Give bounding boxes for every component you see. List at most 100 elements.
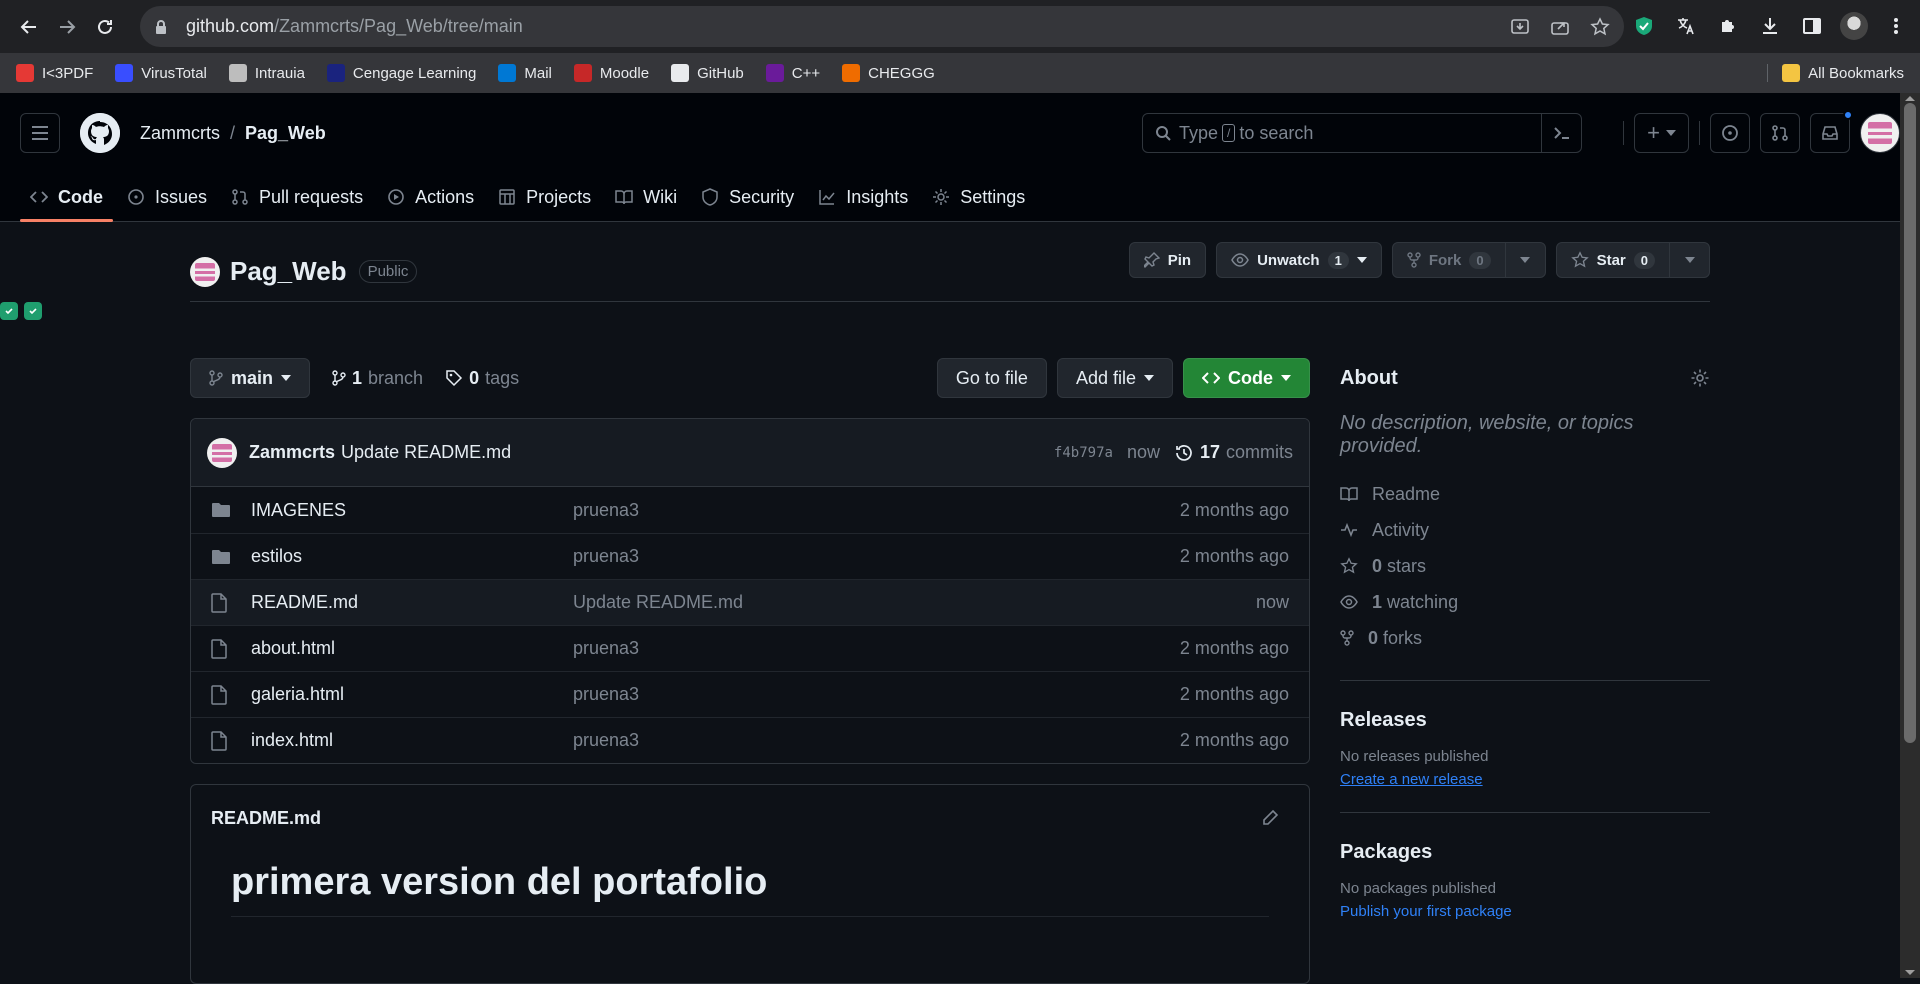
file-commit-message[interactable]: pruena3 bbox=[573, 684, 1180, 705]
forks-link[interactable]: 0 forks bbox=[1340, 620, 1710, 656]
repo-link[interactable]: Pag_Web bbox=[245, 123, 326, 143]
commit-sha[interactable]: f4b797a bbox=[1054, 445, 1113, 461]
github-logo-icon[interactable] bbox=[80, 113, 120, 153]
file-row[interactable]: README.md Update README.md now bbox=[191, 579, 1309, 625]
chevron-down-icon bbox=[1520, 257, 1531, 263]
bookmark-item[interactable]: Moodle bbox=[573, 64, 649, 82]
tab-wiki[interactable]: Wiki bbox=[605, 173, 687, 221]
file-name[interactable]: estilos bbox=[251, 546, 573, 567]
downloads-icon[interactable] bbox=[1756, 8, 1784, 44]
readme-link[interactable]: Readme bbox=[1340, 476, 1710, 512]
file-name[interactable]: about.html bbox=[251, 638, 573, 659]
packages-title[interactable]: Packages bbox=[1340, 841, 1710, 864]
file-name[interactable]: galeria.html bbox=[251, 684, 573, 705]
file-name[interactable]: index.html bbox=[251, 730, 573, 751]
readme-title[interactable]: README.md bbox=[211, 808, 321, 829]
bookmark-item[interactable]: Cengage Learning bbox=[326, 64, 476, 82]
add-file-button[interactable]: Add file bbox=[1056, 358, 1173, 398]
stars-link[interactable]: 0 stars bbox=[1340, 548, 1710, 584]
file-name[interactable]: README.md bbox=[251, 592, 573, 613]
install-app-icon[interactable] bbox=[1510, 17, 1530, 37]
commit-history-link[interactable]: 17 commits bbox=[1174, 442, 1293, 463]
scroll-up-arrow[interactable] bbox=[1905, 96, 1915, 101]
gear-icon[interactable] bbox=[1690, 368, 1710, 388]
commit-author-avatar[interactable] bbox=[207, 437, 237, 468]
file-row[interactable]: estilos pruena3 2 months ago bbox=[191, 533, 1309, 579]
scrollbar-thumb[interactable] bbox=[1904, 103, 1916, 743]
tab-projects[interactable]: Projects bbox=[488, 173, 601, 221]
bookmark-item[interactable]: C++ bbox=[765, 64, 820, 82]
tab-code[interactable]: Code bbox=[20, 173, 113, 222]
star-button[interactable]: Star 0 bbox=[1555, 242, 1710, 278]
file-name[interactable]: IMAGENES bbox=[251, 500, 573, 521]
menu-kebab-icon[interactable] bbox=[1882, 8, 1910, 44]
releases-title[interactable]: Releases bbox=[1340, 709, 1710, 732]
file-row[interactable]: index.html pruena3 2 months ago bbox=[191, 717, 1309, 763]
unwatch-button[interactable]: Unwatch 1 bbox=[1216, 242, 1382, 278]
all-bookmarks-button[interactable]: All Bookmarks bbox=[1767, 64, 1904, 82]
forward-button[interactable] bbox=[48, 8, 86, 46]
profile-avatar[interactable] bbox=[1840, 8, 1868, 44]
tab-insights[interactable]: Insights bbox=[808, 173, 918, 221]
fork-button[interactable]: Fork 0 bbox=[1391, 242, 1546, 278]
bookmark-item[interactable]: Mail bbox=[498, 64, 552, 82]
user-avatar[interactable] bbox=[1860, 113, 1900, 153]
scroll-down-arrow[interactable] bbox=[1905, 970, 1915, 975]
file-commit-message[interactable]: pruena3 bbox=[573, 638, 1180, 659]
shield-extension-icon[interactable] bbox=[1630, 8, 1658, 44]
bookmark-item[interactable]: Intrauia bbox=[228, 64, 305, 82]
search-input[interactable]: Type / to search bbox=[1142, 113, 1582, 153]
file-commit-message[interactable]: pruena3 bbox=[573, 546, 1180, 567]
tab-issues[interactable]: Issues bbox=[117, 173, 217, 221]
tab-pull-requests[interactable]: Pull requests bbox=[221, 173, 373, 221]
branch-select-button[interactable]: main bbox=[190, 358, 311, 398]
commit-author[interactable]: Zammcrts bbox=[249, 442, 335, 463]
hamburger-menu-button[interactable] bbox=[20, 113, 60, 153]
file-row[interactable]: about.html pruena3 2 months ago bbox=[191, 625, 1309, 671]
file-row[interactable]: galeria.html pruena3 2 months ago bbox=[191, 671, 1309, 717]
create-new-button[interactable]: + bbox=[1634, 113, 1689, 153]
go-to-file-button[interactable]: Go to file bbox=[936, 358, 1047, 398]
file-commit-message[interactable]: pruena3 bbox=[573, 730, 1180, 751]
inbox-button[interactable] bbox=[1810, 110, 1853, 153]
side-panel-icon[interactable] bbox=[1798, 8, 1826, 44]
code-icon bbox=[1202, 371, 1220, 385]
tags-link[interactable]: 0 tags bbox=[445, 368, 519, 389]
tab-settings[interactable]: Settings bbox=[922, 173, 1035, 221]
pencil-icon[interactable] bbox=[1261, 809, 1279, 827]
repo-name[interactable]: Pag_Web bbox=[230, 256, 347, 287]
about-sidebar: About No description, website, or topics… bbox=[1340, 358, 1710, 920]
publish-package-link[interactable]: Publish your first package bbox=[1340, 903, 1710, 920]
translate-extension-icon[interactable] bbox=[1672, 8, 1700, 44]
share-icon[interactable] bbox=[1550, 17, 1570, 37]
issues-button[interactable] bbox=[1710, 113, 1750, 153]
page-scrollbar[interactable] bbox=[1900, 93, 1920, 978]
puzzle-extensions-icon[interactable] bbox=[1714, 8, 1742, 44]
bookmark-item[interactable]: GitHub bbox=[671, 64, 744, 82]
activity-link[interactable]: Activity bbox=[1340, 512, 1710, 548]
reload-button[interactable] bbox=[86, 8, 124, 46]
bookmark-item[interactable]: I<3PDF bbox=[16, 64, 93, 82]
code-button[interactable]: Code bbox=[1183, 358, 1310, 398]
back-button[interactable] bbox=[10, 8, 48, 46]
star-dropdown[interactable] bbox=[1669, 243, 1709, 277]
address-bar[interactable]: github.com/Zammcrts/Pag_Web/tree/main bbox=[140, 6, 1624, 47]
bookmark-item[interactable]: VirusTotal bbox=[115, 64, 207, 82]
owner-link[interactable]: Zammcrts bbox=[140, 123, 220, 143]
pin-button[interactable]: Pin bbox=[1128, 242, 1207, 278]
pull-requests-button[interactable] bbox=[1760, 113, 1800, 153]
branches-link[interactable]: 1 branch bbox=[332, 368, 423, 389]
commit-message[interactable]: Update README.md bbox=[341, 442, 511, 463]
create-release-link[interactable]: Create a new release bbox=[1340, 771, 1710, 788]
repo-owner-avatar[interactable] bbox=[190, 256, 220, 287]
file-commit-message[interactable]: pruena3 bbox=[573, 500, 1180, 521]
command-palette-icon[interactable] bbox=[1541, 114, 1581, 152]
bookmark-item[interactable]: CHEGGG bbox=[842, 64, 935, 82]
tab-actions[interactable]: Actions bbox=[377, 173, 484, 221]
file-row[interactable]: IMAGENES pruena3 2 months ago bbox=[191, 487, 1309, 533]
fork-dropdown[interactable] bbox=[1504, 243, 1545, 277]
watching-link[interactable]: 1 watching bbox=[1340, 584, 1710, 620]
bookmark-star-icon[interactable] bbox=[1590, 16, 1610, 37]
tab-security[interactable]: Security bbox=[691, 173, 804, 221]
file-commit-message[interactable]: Update README.md bbox=[573, 592, 1256, 613]
